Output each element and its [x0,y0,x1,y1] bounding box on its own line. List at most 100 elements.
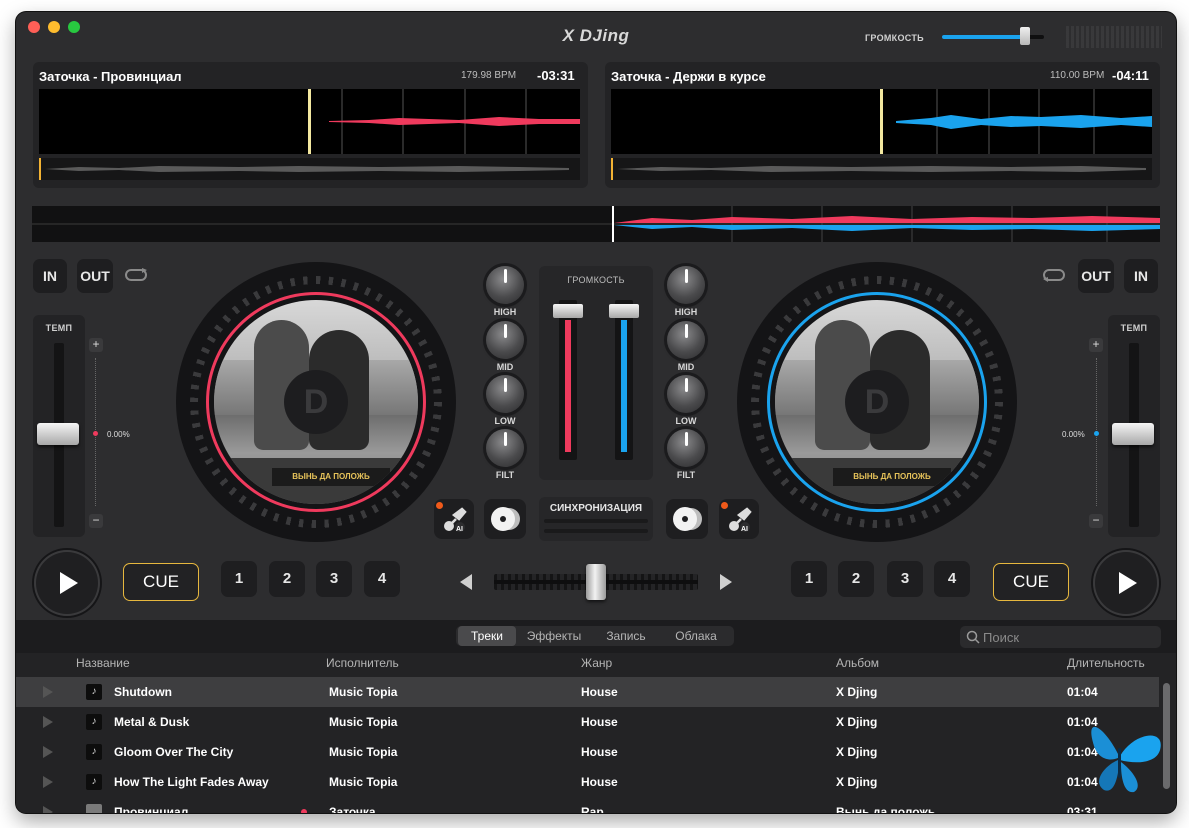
deck-right-tempo-minus[interactable]: − [1089,514,1103,528]
deck-left-tempo-marker [93,431,98,436]
deck-left-overview-waveform[interactable] [39,158,580,180]
row-artist: Заточка [329,805,376,813]
loop-icon[interactable] [1042,268,1068,282]
deck-right-platter[interactable]: ВЫНЬ ДА ПОЛОЖЬ D [737,262,1017,542]
deck-right-cue-button[interactable]: CUE [993,563,1069,601]
deck-left-in-button[interactable]: IN [33,259,67,293]
eq-right-high-knob[interactable] [667,266,705,304]
vinyl-icon [673,507,702,531]
deck-right-play-button[interactable] [1093,550,1159,616]
col-header-genre[interactable]: Жанр [581,656,612,670]
tab-cloud[interactable]: Облака [662,626,730,646]
deck-right-center-logo: D [845,370,909,434]
combined-waveform[interactable] [32,206,1160,242]
crossfader-right-arrow-icon[interactable] [718,573,734,591]
butterfly-icon [1091,726,1161,793]
row-album: X Djing [836,775,878,789]
channel-left-volume-fader[interactable] [553,304,583,318]
deck-left-tempo-plus[interactable]: + [89,338,103,352]
deck-left-cue-button[interactable]: CUE [123,563,199,601]
play-icon[interactable] [42,716,54,728]
col-header-artist[interactable]: Исполнитель [326,656,399,670]
table-header: Название Исполнитель Жанр Альбом Длитель… [16,653,1176,677]
master-volume-slider[interactable] [942,27,1044,45]
deck-left-hotcue-1[interactable]: 1 [221,561,257,597]
deck-right-tempo-panel: ТЕМП [1108,315,1160,537]
deck-right-out-button[interactable]: OUT [1078,259,1114,293]
table-row[interactable]: ♪ How The Light Fades Away Music Topia H… [16,767,1159,797]
deck-right-tempo-fader[interactable] [1112,423,1154,445]
eq-left-filter-knob[interactable] [486,429,524,467]
loop-icon[interactable] [124,268,150,282]
play-icon[interactable] [42,686,54,698]
eq-right-low-knob[interactable] [667,375,705,413]
deck-left-platter[interactable]: ВЫНЬ ДА ПОЛОЖЬ D [176,262,456,542]
deck-right-in-button[interactable]: IN [1124,259,1158,293]
col-header-title[interactable]: Название [76,656,130,670]
sync-panel[interactable]: СИНХРОНИЗАЦИЯ [539,497,653,541]
deck-left-waveform-panel: Заточка - Провинциал 179.98 BPM -03:31 [33,62,588,188]
row-genre: House [581,715,618,729]
deck-left-hotcue-3[interactable]: 3 [316,561,352,597]
play-icon[interactable] [42,776,54,788]
deck-right-tempo-plus[interactable]: + [1089,338,1103,352]
play-icon[interactable] [42,806,54,813]
row-genre: Rap [581,805,604,813]
deck-left-tempo-value: 0.00% [107,430,130,439]
track-table: Название Исполнитель Жанр Альбом Длитель… [16,653,1176,813]
deck-left-hotcue-4[interactable]: 4 [364,561,400,597]
table-row[interactable]: ♪ Gloom Over The City Music Topia House … [16,737,1159,767]
crossfader-left-arrow-icon[interactable] [458,573,474,591]
deck-right-hotcue-4[interactable]: 4 [934,561,970,597]
row-artist: Music Topia [329,685,398,699]
tab-recording[interactable]: Запись [596,626,656,646]
row-title: Shutdown [114,685,172,699]
deck-left-tempo-minus[interactable]: − [89,514,103,528]
eq-left-low-knob[interactable] [486,375,524,413]
col-header-duration[interactable]: Длительность [1067,656,1145,670]
eq-right-column: HIGH MID LOW FILT [656,264,716,484]
deck-left-ai-button[interactable]: AI [434,499,474,539]
deck-right-hotcue-2[interactable]: 2 [838,561,874,597]
deck-right-vinyl-button[interactable] [666,499,708,539]
eq-left-high-knob[interactable] [486,266,524,304]
deck-right-ai-button[interactable]: AI [719,499,759,539]
channel-volume-panel: ГРОМКОСТЬ [539,266,653,480]
deck-left-tempo-fader[interactable] [37,423,79,445]
search-input[interactable]: Поиск [960,626,1161,648]
col-header-album[interactable]: Альбом [836,656,879,670]
deck-right-tempo-label: ТЕМП [1120,323,1148,333]
music-note-icon: ♪ [86,774,102,790]
crossfader-knob[interactable] [586,564,606,600]
deck-left-tempo-panel: ТЕМП [33,315,85,537]
channel-right-volume-fader[interactable] [609,304,639,318]
eq-right-filter-knob[interactable] [667,429,705,467]
crossfader[interactable] [494,564,698,600]
app-window: X DJing ГРОМКОСТЬ Заточка - Провинциал 1… [16,12,1176,813]
deck-right-zoomed-waveform[interactable] [611,89,1152,154]
deck-left-out-button[interactable]: OUT [77,259,113,293]
loaded-deck-indicator [301,809,307,813]
tab-effects[interactable]: Эффекты [520,626,588,646]
eq-left-mid-label: MID [496,362,514,372]
eq-left-mid-knob[interactable] [486,321,524,359]
deck-left-hotcue-2[interactable]: 2 [269,561,305,597]
eq-left-filter-label: FILT [495,470,515,480]
eq-right-mid-knob[interactable] [667,321,705,359]
table-row[interactable]: Провинциал Заточка Rap Вынь да положь 03… [16,797,1159,813]
row-genre: House [581,775,618,789]
deck-left-vinyl-button[interactable] [484,499,526,539]
tab-tracks[interactable]: Треки [458,626,516,646]
deck-right-hotcue-1[interactable]: 1 [791,561,827,597]
deck-right-tempo-marker [1094,431,1099,436]
table-row[interactable]: ♪ Shutdown Music Topia House X Djing 01:… [16,677,1159,707]
play-icon [60,572,78,594]
deck-right-hotcue-3[interactable]: 3 [887,561,923,597]
table-row[interactable]: ♪ Metal & Dusk Music Topia House X Djing… [16,707,1159,737]
play-icon[interactable] [42,746,54,758]
deck-left-play-button[interactable] [34,550,100,616]
deck-left-tempo-label: ТЕМП [45,323,73,333]
deck-left-zoomed-waveform[interactable] [39,89,580,154]
deck-left-center-logo: D [284,370,348,434]
deck-right-overview-waveform[interactable] [611,158,1152,180]
